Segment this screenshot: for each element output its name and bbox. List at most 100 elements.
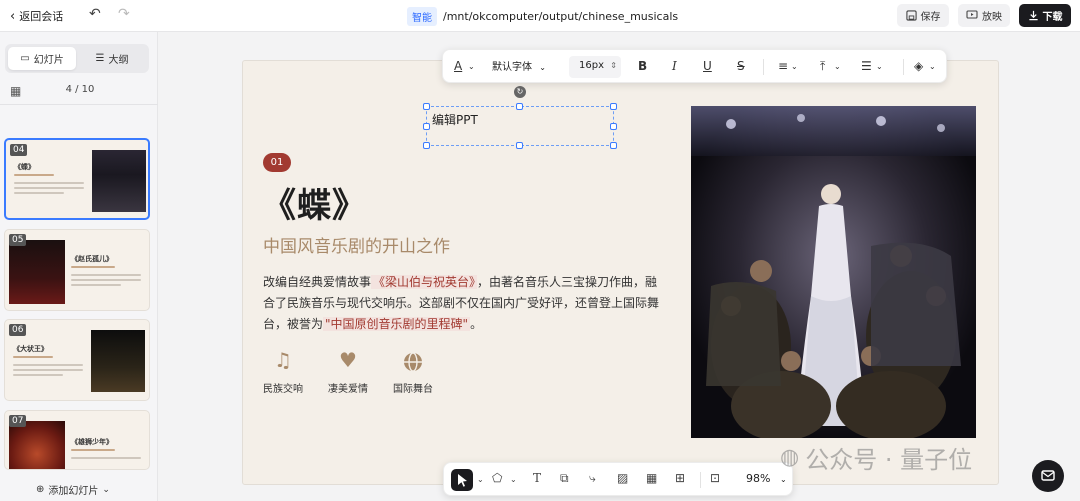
save-button[interactable]: 保存 bbox=[897, 4, 949, 27]
chevron-down-icon[interactable]: ⌄ bbox=[510, 475, 517, 484]
resize-handle[interactable] bbox=[610, 142, 617, 149]
text-color-icon[interactable]: A bbox=[454, 59, 462, 73]
fit-screen-icon[interactable]: ⊡ bbox=[710, 471, 720, 485]
thumbnail-title: 《蝶》 bbox=[14, 163, 35, 171]
layers-icon[interactable]: ◈ bbox=[914, 59, 923, 73]
globe-icon bbox=[383, 346, 443, 374]
resize-handle[interactable] bbox=[610, 103, 617, 110]
resize-handle[interactable] bbox=[423, 123, 430, 130]
connector-tool-icon[interactable]: ⤷ bbox=[589, 471, 596, 486]
chevron-down-icon[interactable]: ⌄ bbox=[791, 62, 798, 71]
thumbnail-line bbox=[14, 174, 54, 176]
resize-handle[interactable] bbox=[516, 103, 523, 110]
thumbnail-photo bbox=[9, 421, 65, 469]
thumbnail-number: 05 bbox=[9, 234, 27, 246]
present-button[interactable]: 放映 bbox=[958, 4, 1010, 27]
chevron-down-icon[interactable]: ⌄ bbox=[834, 62, 841, 71]
redo-icon[interactable]: ↷ bbox=[118, 6, 130, 22]
thumbnail-title: 《大状王》 bbox=[13, 345, 48, 353]
shapes-icon[interactable]: ⬠ bbox=[492, 471, 502, 485]
zoom-value: 98% bbox=[746, 472, 771, 485]
divider bbox=[0, 104, 158, 105]
feature-ethnic-symphony[interactable]: ♫ 民族交响 bbox=[253, 346, 313, 395]
bold-icon[interactable]: B bbox=[638, 59, 647, 73]
body-text-part: 改编自经典爱情故事 bbox=[263, 275, 372, 289]
italic-icon[interactable]: I bbox=[672, 59, 677, 73]
body-highlight: "中国原创音乐剧的里程碑" bbox=[323, 317, 471, 331]
resize-handle[interactable] bbox=[423, 103, 430, 110]
stage-photo[interactable] bbox=[691, 106, 976, 438]
outline-icon: ☰ bbox=[95, 53, 105, 64]
feature-label: 民族交响 bbox=[263, 384, 303, 395]
top-bar: ‹ 返回会话 ↶ ↷ 智能 /mnt/okcomputer/output/chi… bbox=[0, 0, 1080, 32]
resize-handle[interactable] bbox=[423, 142, 430, 149]
grid-view-icon[interactable]: ▦ bbox=[10, 84, 21, 98]
font-family-select[interactable]: 默认字体 ⌄ bbox=[492, 58, 546, 73]
shape-tool-icon[interactable]: ⧉ bbox=[560, 471, 569, 486]
divider bbox=[903, 59, 904, 75]
chevron-down-icon[interactable]: ⌄ bbox=[876, 62, 883, 71]
add-slide-label: 添加幻灯片 bbox=[48, 486, 99, 497]
thumbnail-line bbox=[13, 364, 83, 366]
resize-handle[interactable] bbox=[610, 123, 617, 130]
chevron-down-icon[interactable]: ⌄ bbox=[477, 475, 484, 484]
image-tool-icon[interactable]: ▨ bbox=[617, 471, 628, 485]
font-size-stepper[interactable]: 16px ⇕ bbox=[569, 56, 621, 78]
line-spacing-icon[interactable]: ☰ bbox=[861, 59, 872, 73]
components-icon[interactable]: ⊞ bbox=[675, 471, 685, 485]
rotate-handle-icon[interactable]: ↻ bbox=[514, 86, 526, 98]
selected-text[interactable]: 编辑PPT bbox=[432, 111, 478, 128]
music-note-icon: ♫ bbox=[274, 348, 292, 372]
body-text-part: 。 bbox=[470, 317, 483, 331]
slide-body-text[interactable]: 改编自经典爱情故事 《梁山伯与祝英台》 ，由著名音乐人三宝操刀作曲，融合了民族音乐与… bbox=[263, 272, 663, 335]
thumbnail-line bbox=[71, 457, 141, 459]
tab-outline[interactable]: ☰ 大纲 bbox=[78, 47, 146, 70]
mode-badge: 智能 bbox=[407, 7, 437, 26]
add-slide-button[interactable]: ⊕ 添加幻灯片 ⌄ bbox=[36, 482, 110, 497]
present-label: 放映 bbox=[982, 12, 1002, 23]
slide-title[interactable]: 《蝶》 bbox=[262, 178, 367, 227]
underline-icon[interactable]: U bbox=[703, 59, 712, 73]
thumbnail-line bbox=[71, 449, 115, 451]
thumbnail-line bbox=[14, 192, 64, 194]
back-to-chat-button[interactable]: ‹ 返回会话 bbox=[10, 8, 63, 24]
tab-slides[interactable]: ▭ 幻灯片 bbox=[8, 47, 76, 70]
undo-icon[interactable]: ↶ bbox=[89, 6, 101, 22]
slide-thumbnail-04[interactable]: 04 《蝶》 bbox=[4, 138, 150, 220]
thumbnail-line bbox=[13, 356, 53, 358]
slide-thumbnail-07[interactable]: 07 《雄狮少年》 bbox=[4, 410, 150, 470]
download-button[interactable]: 下载 bbox=[1019, 4, 1071, 27]
format-toolbar: A ⌄ 默认字体 ⌄ 16px ⇕ B I U S ≡ ⌄ ⤒ ⌄ ☰ ⌄ ◈ … bbox=[442, 49, 947, 83]
thumbnail-line bbox=[14, 187, 84, 189]
text-tool-icon[interactable]: T bbox=[533, 471, 541, 485]
thumbnail-number: 04 bbox=[10, 144, 28, 156]
plus-circle-icon: ⊕ bbox=[36, 484, 45, 495]
table-tool-icon[interactable]: ▦ bbox=[646, 471, 657, 485]
stepper-arrows-icon[interactable]: ⇕ bbox=[610, 61, 617, 70]
strikethrough-icon[interactable]: S bbox=[737, 59, 745, 73]
chevron-down-icon[interactable]: ⌄ bbox=[468, 62, 475, 71]
chevron-down-icon: ⌄ bbox=[102, 484, 110, 495]
chevron-down-icon: ⌄ bbox=[779, 475, 787, 484]
slide-thumbnail-06[interactable]: 06 《大状王》 bbox=[4, 319, 150, 401]
feature-international-stage[interactable]: 国际舞台 bbox=[383, 346, 443, 395]
tab-outline-label: 大纲 bbox=[108, 55, 129, 66]
thumbnail-photo bbox=[91, 330, 145, 392]
slide-thumbnail-05[interactable]: 05 《赵氏孤儿》 bbox=[4, 229, 150, 311]
thumbnail-line bbox=[71, 279, 141, 281]
present-icon bbox=[966, 10, 978, 19]
select-tool-button[interactable] bbox=[451, 469, 473, 491]
vertical-align-icon[interactable]: ⤒ bbox=[820, 59, 825, 74]
feature-label: 国际舞台 bbox=[393, 384, 433, 395]
thumbnail-line bbox=[13, 374, 63, 376]
feature-tragic-love[interactable]: ♥ 凄美爱情 bbox=[318, 346, 378, 395]
chevron-down-icon: ⌄ bbox=[539, 63, 546, 72]
save-label: 保存 bbox=[920, 12, 941, 23]
align-icon[interactable]: ≡ bbox=[778, 59, 788, 73]
thumbnail-line bbox=[14, 182, 84, 184]
chat-button[interactable] bbox=[1032, 460, 1064, 492]
chevron-down-icon[interactable]: ⌄ bbox=[929, 62, 936, 71]
download-label: 下载 bbox=[1042, 12, 1063, 23]
slide-subtitle[interactable]: 中国风音乐剧的开山之作 bbox=[263, 232, 450, 257]
resize-handle[interactable] bbox=[516, 142, 523, 149]
